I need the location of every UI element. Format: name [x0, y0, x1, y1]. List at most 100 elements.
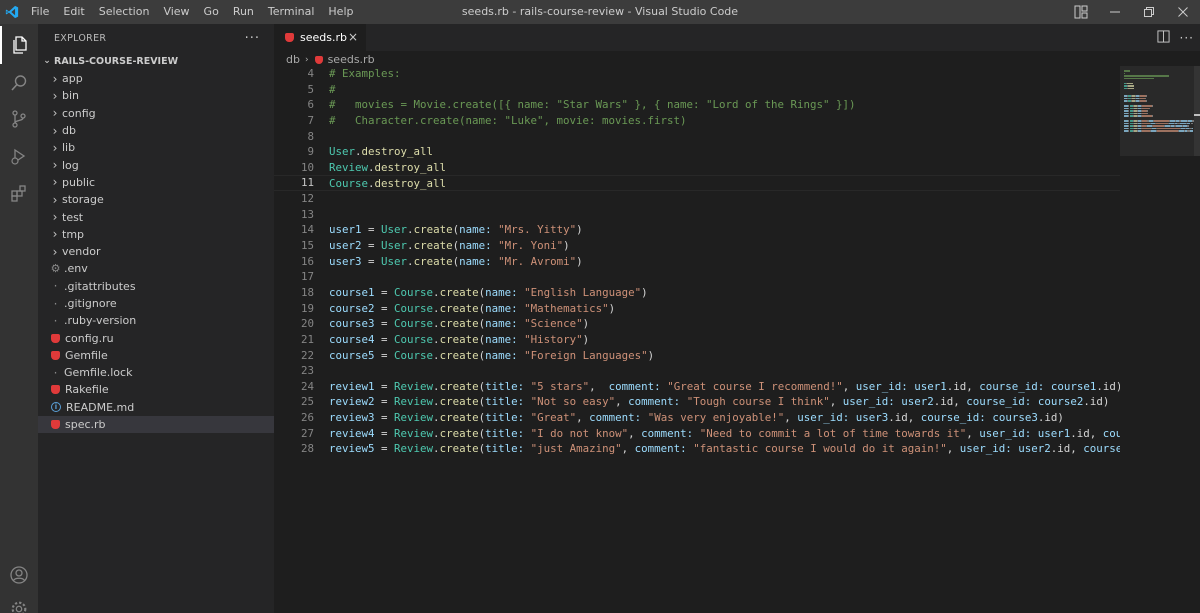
more-actions-icon[interactable]: ··· — [1180, 31, 1194, 45]
code-token: # Examples: — [329, 67, 401, 80]
file-item[interactable]: Rakefile — [38, 381, 274, 398]
tab-seeds-rb[interactable]: seeds.rb × — [274, 24, 366, 51]
code-line[interactable]: course3 = Course.create(name: "Science") — [329, 316, 1120, 332]
menu-terminal[interactable]: Terminal — [261, 0, 322, 24]
folder-item[interactable]: › vendor — [38, 243, 274, 260]
code-line[interactable]: # Character.create(name: "Luke", movie: … — [329, 113, 1120, 129]
code-line[interactable]: # Examples: — [329, 66, 1120, 82]
code-token: title: — [485, 395, 525, 409]
tree-item-label: public — [62, 175, 96, 189]
folder-item[interactable]: › log — [38, 156, 274, 173]
close-icon[interactable] — [1166, 0, 1200, 24]
menu-edit[interactable]: Edit — [56, 0, 91, 24]
source-control-icon[interactable] — [0, 100, 38, 138]
minimap[interactable] — [1120, 66, 1200, 613]
folder-item[interactable]: › bin — [38, 87, 274, 104]
tab-close-icon[interactable]: × — [348, 30, 358, 44]
extensions-icon[interactable] — [0, 174, 38, 212]
code-line[interactable]: user2 = User.create(name: "Mr. Yoni") — [329, 238, 1120, 254]
code-token: "Was very enjoyable!" — [647, 411, 785, 425]
code-line[interactable]: Course.destroy_all — [274, 175, 1120, 192]
split-editor-icon[interactable] — [1157, 29, 1170, 46]
project-section[interactable]: ⌄ RAILS-COURSE-REVIEW — [38, 52, 274, 70]
minimap-token — [1142, 130, 1151, 132]
code-line[interactable] — [329, 363, 1120, 379]
file-item[interactable]: i README.md — [38, 399, 274, 416]
file-item[interactable]: · .ruby-version — [38, 312, 274, 329]
code-token: , — [628, 426, 642, 440]
line-number: 16 — [300, 254, 314, 268]
menu-view[interactable]: View — [156, 0, 196, 24]
manage-gear-icon[interactable] — [0, 590, 38, 613]
breadcrumb-file[interactable]: seeds.rb — [328, 53, 375, 66]
file-item[interactable]: · .gitattributes — [38, 278, 274, 295]
code-line[interactable]: user3 = User.create(name: "Mr. Avromi") — [329, 254, 1120, 270]
menu-help[interactable]: Help — [321, 0, 360, 24]
file-item[interactable]: · .gitignore — [38, 295, 274, 312]
line-number: 28 — [300, 442, 314, 456]
menu-run[interactable]: Run — [226, 0, 261, 24]
folder-item[interactable]: › db — [38, 122, 274, 139]
info-file-icon: i — [51, 402, 61, 413]
breadcrumb-folder[interactable]: db — [286, 53, 300, 66]
file-item[interactable]: Gemfile — [38, 347, 274, 364]
code-line[interactable]: course2 = Course.create(name: "Mathemati… — [329, 301, 1120, 317]
line-number: 5 — [307, 82, 314, 96]
account-icon[interactable] — [0, 556, 38, 594]
line-number: 22 — [300, 348, 314, 362]
file-item[interactable]: ⚙ .env — [38, 260, 274, 277]
layout-icon[interactable] — [1064, 0, 1098, 24]
menu-go[interactable]: Go — [197, 0, 226, 24]
code-line[interactable] — [329, 207, 1120, 223]
scrollbar-thumb[interactable] — [1194, 66, 1200, 156]
code-token: = — [361, 223, 382, 237]
code-line[interactable]: review4 = Review.create(title: "I do not… — [329, 426, 1120, 442]
code-token: "just Amazing" — [530, 442, 622, 456]
code-line[interactable]: review2 = Review.create(title: "Not so e… — [329, 394, 1120, 410]
minimize-icon[interactable] — [1098, 0, 1132, 24]
folder-item[interactable]: › tmp — [38, 226, 274, 243]
run-debug-icon[interactable] — [0, 137, 38, 175]
code-token: title: — [485, 379, 525, 393]
folder-item[interactable]: › app — [38, 70, 274, 87]
minimap-token — [1146, 95, 1148, 97]
folder-item[interactable]: › lib — [38, 139, 274, 156]
code-token: "Mr. Avromi" — [498, 254, 577, 268]
code-editor[interactable]: 4 5 6 7 8 9 10 11 12 13 14 15 16 17 18 19 20 21 22 23 24 25 26… — [274, 66, 1120, 613]
code-line[interactable] — [329, 191, 1120, 207]
code-line[interactable] — [329, 269, 1120, 285]
folder-item[interactable]: › config — [38, 105, 274, 122]
code-line[interactable]: review1 = Review.create(title: "5 stars"… — [329, 379, 1120, 395]
folder-item[interactable]: › storage — [38, 191, 274, 208]
code-line[interactable]: review3 = Review.create(title: "Great", … — [329, 410, 1120, 426]
tree-item-label: vendor — [62, 245, 101, 259]
menu-file[interactable]: File — [24, 0, 56, 24]
folder-item[interactable]: › public — [38, 174, 274, 191]
line-number: 6 — [307, 98, 314, 112]
code-token: "Foreign Languages" — [524, 348, 648, 362]
code-token: review2 — [329, 395, 375, 409]
code-line[interactable]: User.destroy_all — [329, 144, 1120, 160]
code-line[interactable]: user1 = User.create(name: "Mrs. Yitty") — [329, 222, 1120, 238]
code-line[interactable]: # — [329, 82, 1120, 98]
file-item[interactable]: config.ru — [38, 329, 274, 346]
folder-item[interactable]: › test — [38, 208, 274, 225]
code-line[interactable]: review5 = Review.create(title: "just Ama… — [329, 441, 1120, 457]
code-line[interactable] — [329, 129, 1120, 145]
code-line[interactable]: course1 = Course.create(name: "English L… — [329, 285, 1120, 301]
file-item[interactable]: spec.rb — [38, 415, 274, 434]
code-token: , — [615, 395, 629, 409]
restore-icon[interactable] — [1132, 0, 1166, 24]
search-icon[interactable] — [0, 64, 38, 102]
code-line[interactable]: course5 = Course.create(name: "Foreign L… — [329, 348, 1120, 364]
code-line[interactable]: # movies = Movie.create([{ name: "Star W… — [329, 97, 1120, 113]
menu-selection[interactable]: Selection — [92, 0, 157, 24]
explorer-icon[interactable] — [0, 26, 38, 64]
code-content[interactable]: # Examples: # # movies = Movie.create([{ n… — [274, 66, 1120, 457]
file-item[interactable]: · Gemfile.lock — [38, 364, 274, 381]
code-line[interactable]: course4 = Course.create(name: "History") — [329, 332, 1120, 348]
minimap-token — [1156, 122, 1169, 124]
more-actions-icon[interactable]: ··· — [245, 31, 260, 46]
code-token: ) — [576, 223, 583, 237]
code-line[interactable]: Review.destroy_all — [329, 160, 1120, 176]
